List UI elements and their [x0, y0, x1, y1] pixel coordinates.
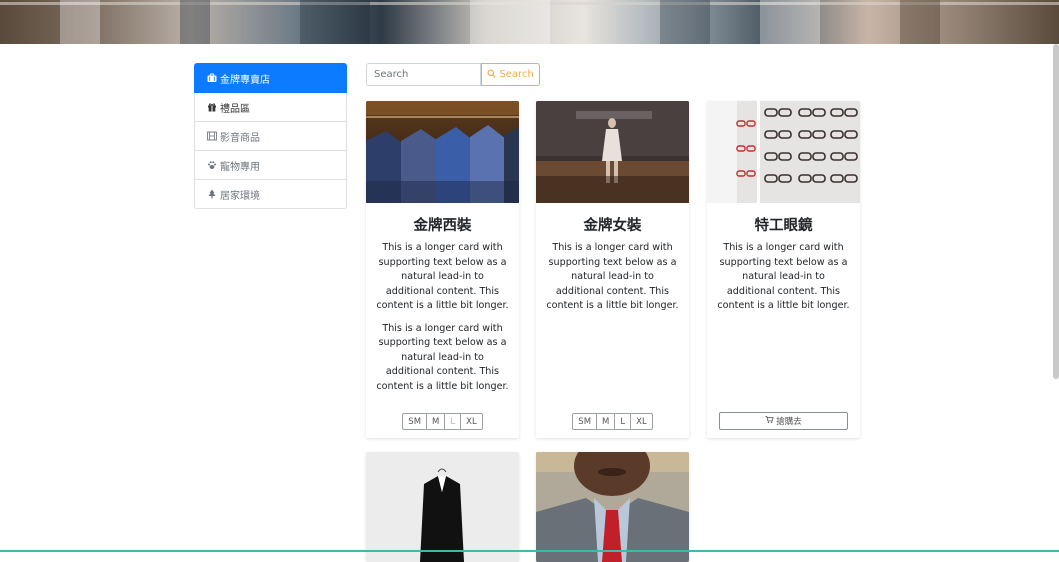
sidebar-item-label: 金牌專賣店 [220, 74, 270, 86]
size-selector: SM M L XL [536, 413, 689, 430]
card-text: This is a longer card with supporting te… [376, 242, 509, 311]
search-button[interactable]: Search [481, 63, 540, 86]
gift-icon [206, 102, 217, 113]
sidebar-item-label: 影音商品 [220, 132, 260, 144]
sidebar-item-home[interactable]: 居家環境 [194, 180, 347, 209]
card-title: 金牌女裝 [583, 218, 642, 234]
size-m-button[interactable]: M [426, 413, 446, 430]
size-sm-button[interactable]: SM [572, 413, 598, 430]
card-text: This is a longer card with supporting te… [717, 242, 850, 311]
buy-now-button[interactable]: 搶購去 [719, 412, 848, 430]
size-sm-button[interactable]: SM [402, 413, 428, 430]
sidebar-item-gifts[interactable]: 禮品區 [194, 93, 347, 122]
size-l-button[interactable]: L [444, 413, 462, 430]
card-text: This is a longer card with supporting te… [546, 242, 679, 311]
sidebar-item-media[interactable]: 影音商品 [194, 122, 347, 151]
card-title: 金牌西裝 [413, 218, 472, 234]
product-image-suits [366, 101, 519, 203]
sidebar-item-pets[interactable]: 寵物專用 [194, 151, 347, 180]
product-card [536, 452, 689, 562]
size-xl-button[interactable]: XL [630, 413, 653, 430]
sidebar-item-gold-store[interactable]: 金牌專賣店 [194, 63, 347, 93]
search-input[interactable] [366, 63, 481, 86]
product-card: 金牌西裝 This is a longer card with supporti… [366, 101, 519, 438]
sidebar-item-label: 居家環境 [220, 190, 260, 202]
sidebar-item-label: 寵物專用 [220, 161, 260, 173]
sidebar-item-label: 禮品區 [220, 103, 250, 115]
product-card [366, 452, 519, 562]
product-image-womens-fashion [536, 101, 689, 203]
briefcase-icon [206, 73, 217, 84]
product-card: 特工眼鏡 This is a longer card with supporti… [707, 101, 860, 438]
size-selector: SM M L XL [366, 413, 519, 430]
paw-icon [206, 160, 217, 171]
shopping-cart-icon [765, 415, 774, 427]
category-sidebar: 金牌專賣店 禮品區 影音商品 寵物專用 居家環境 [194, 63, 347, 209]
hero-banner-image [0, 0, 1059, 44]
tree-icon [206, 189, 217, 200]
film-icon [206, 131, 217, 142]
size-xl-button[interactable]: XL [460, 413, 483, 430]
card-title: 特工眼鏡 [754, 218, 813, 234]
page-scrollbar[interactable] [1053, 44, 1059, 379]
size-l-button[interactable]: L [614, 413, 632, 430]
search-button-label: Search [499, 69, 534, 80]
product-image-glasses [707, 101, 860, 203]
buy-now-label: 搶購去 [776, 417, 802, 427]
product-image-black-suit [366, 452, 519, 562]
size-m-button[interactable]: M [596, 413, 616, 430]
product-card: 金牌女裝 This is a longer card with supporti… [536, 101, 689, 438]
product-image-tie [536, 452, 689, 562]
card-text-secondary: This is a longer card with supporting te… [376, 322, 509, 392]
search-icon [487, 68, 497, 81]
